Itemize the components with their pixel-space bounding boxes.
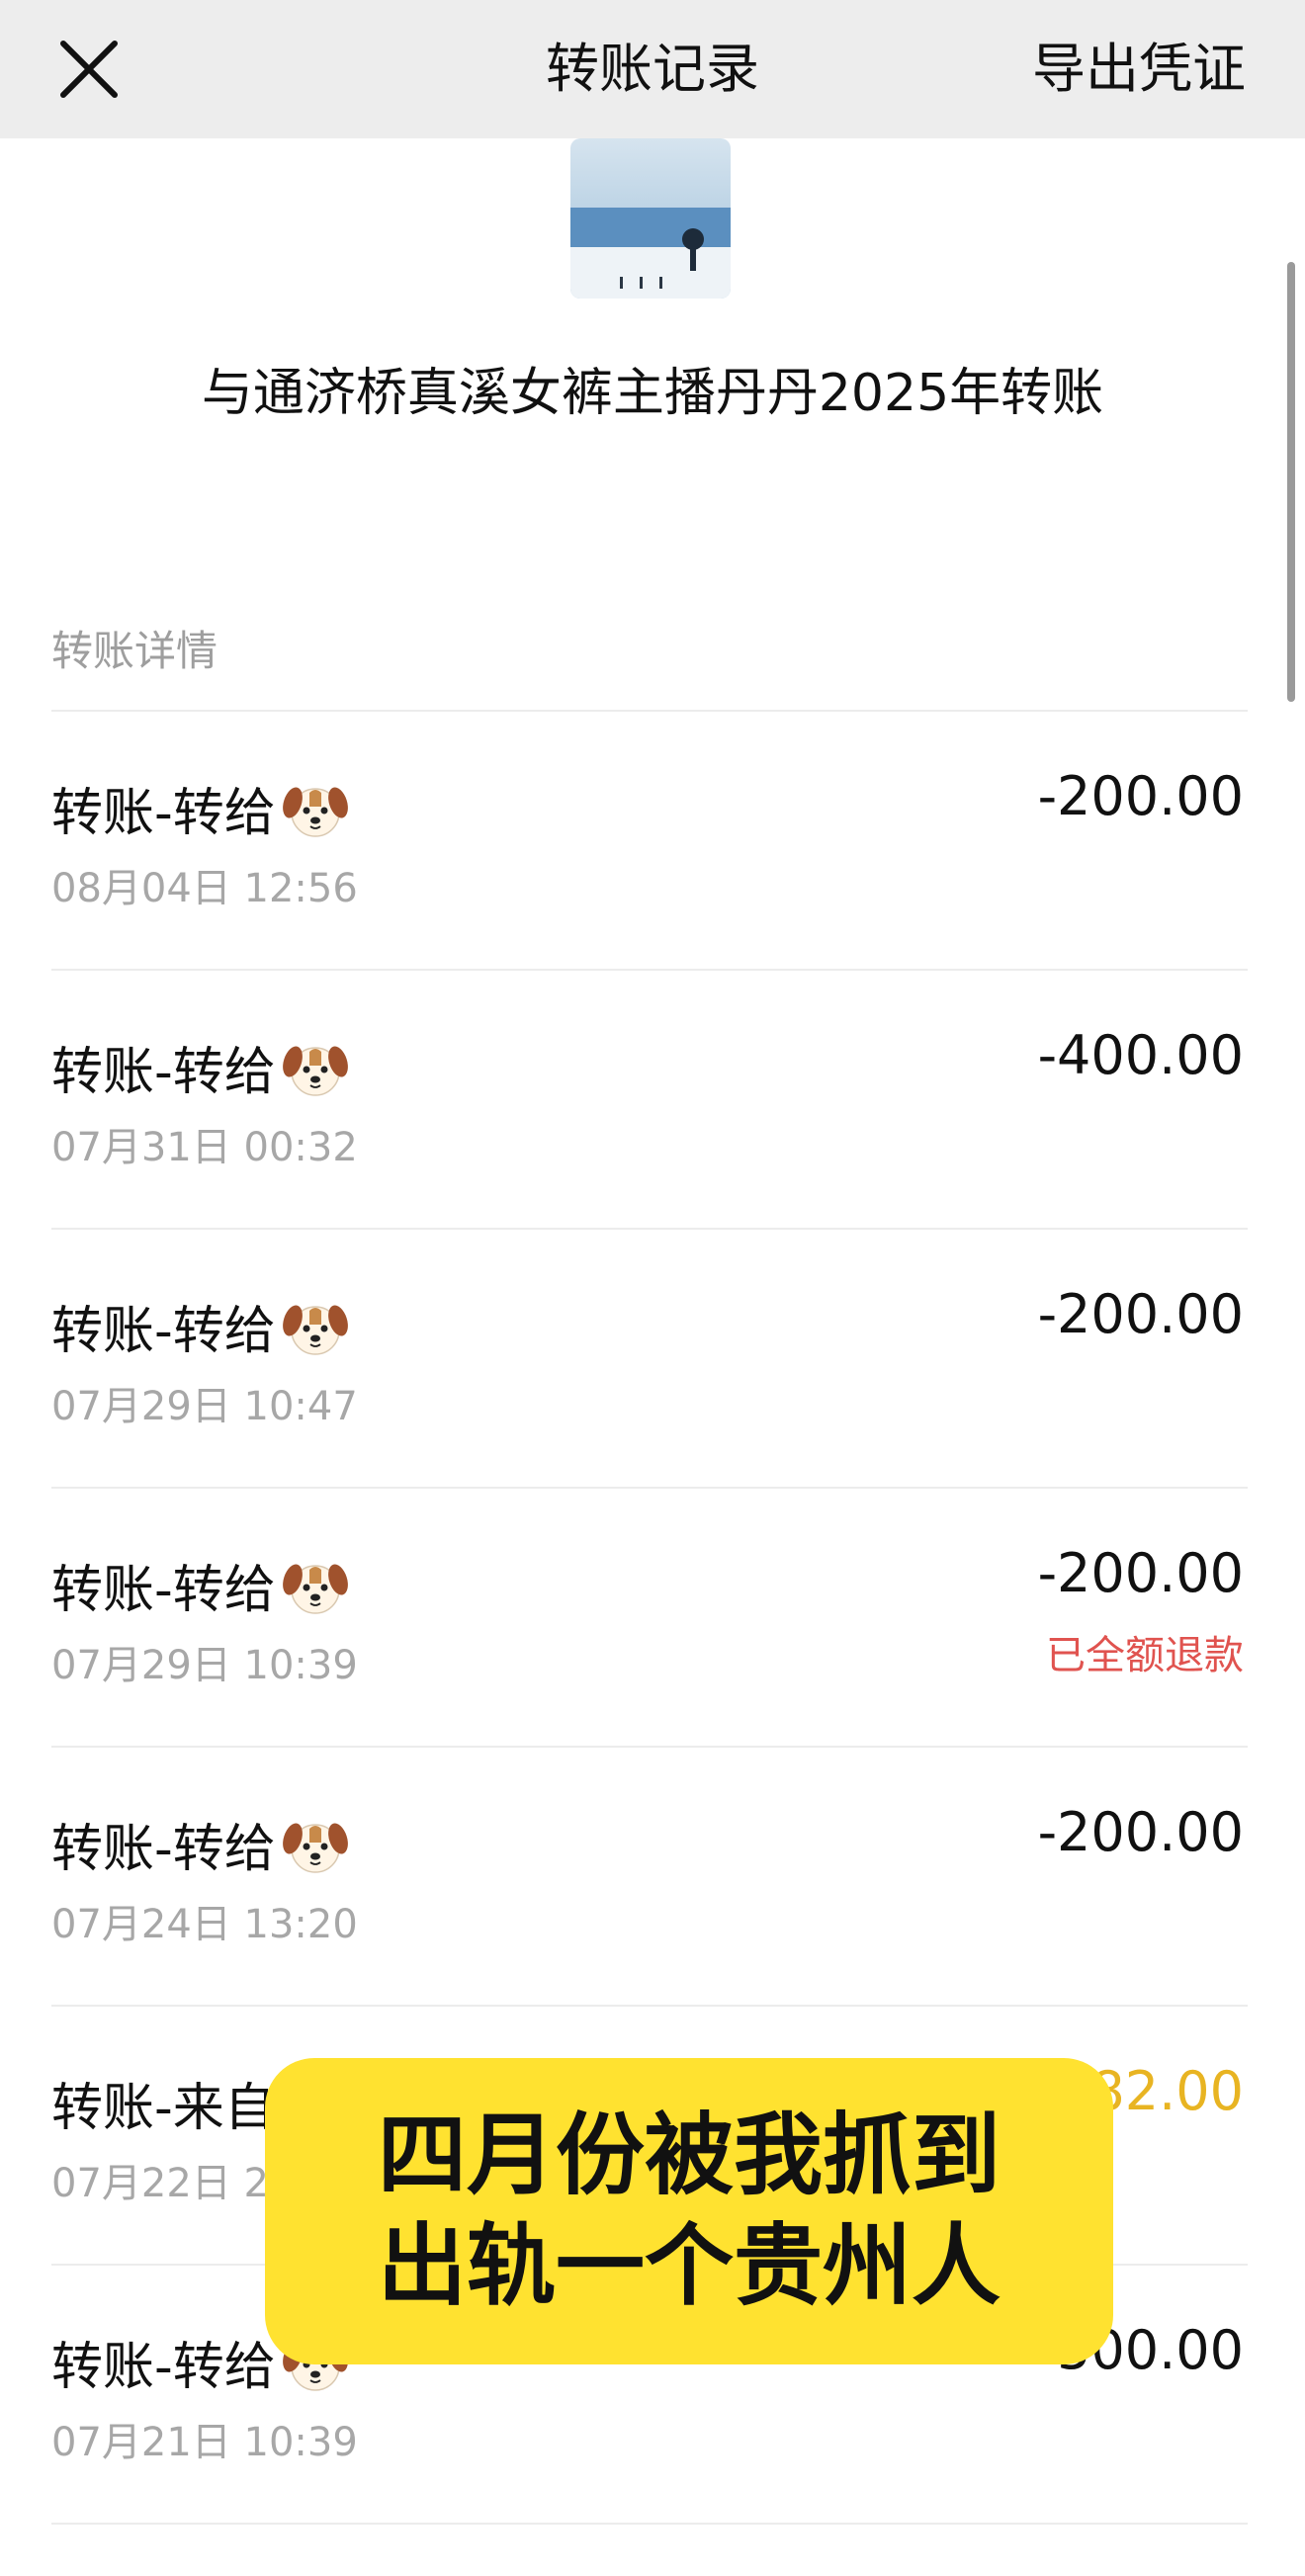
transfer-record[interactable]: 转账-转给 07月29日 10:47 -200.00	[0, 1230, 1305, 1489]
close-button[interactable]	[49, 30, 129, 109]
refund-status: 已全额退款	[1046, 1633, 1244, 1678]
record-amount: -400.00	[1037, 1024, 1244, 1086]
caption-line-1: 四月份被我抓到	[378, 2104, 1000, 2207]
dog-face-icon	[280, 1809, 351, 1880]
record-time: 07月22日 2	[51, 2161, 269, 2206]
dog-face-icon	[280, 1032, 351, 1103]
profile-photo-icon	[570, 138, 731, 299]
scrollbar[interactable]	[1287, 262, 1295, 702]
record-title: 转账-转给	[51, 1030, 351, 1104]
dog-face-icon	[280, 1550, 351, 1621]
record-title: 转账-转给	[51, 771, 351, 845]
record-amount: -200.00	[1037, 1542, 1244, 1604]
transfer-record[interactable]: 转账-转给 07月31日 00:32 -400.00	[0, 971, 1305, 1230]
transfer-record[interactable]: 转账-转给 08月04日 12:56 -200.00	[0, 712, 1305, 971]
record-amount: -200.00	[1037, 765, 1244, 827]
record-time: 07月29日 10:39	[51, 1643, 358, 1688]
record-time: 08月04日 12:56	[51, 866, 358, 911]
record-time: 07月31日 00:32	[51, 1125, 358, 1170]
export-voucher-button[interactable]: 导出凭证	[1032, 0, 1246, 138]
record-amount: 82.00	[1090, 2060, 1244, 2122]
section-label: 转账详情	[51, 627, 218, 675]
divider	[51, 2523, 1248, 2525]
record-amount: -200.00	[1037, 1801, 1244, 1863]
record-title: 转账-转给	[51, 1289, 351, 1363]
transfer-record[interactable]: 转账-转给 07月24日 13:20 -200.00	[0, 1748, 1305, 2007]
record-amount: -200.00	[1037, 1283, 1244, 1345]
record-time: 07月29日 10:47	[51, 1384, 358, 1429]
caption-line-2: 出轨一个贵州人	[378, 2214, 1000, 2318]
top-bar: 转账记录 导出凭证	[0, 0, 1305, 138]
transfer-record[interactable]: 转账-转给 07月29日 10:39 -200.00 已全额退款	[0, 1489, 1305, 1748]
dog-face-icon	[280, 773, 351, 844]
contact-transfer-title: 与通济桥真溪女裤主播丹丹2025年转账	[201, 364, 1104, 423]
record-title: 转账-转给	[51, 1548, 351, 1622]
dog-face-icon	[280, 1291, 351, 1362]
record-time: 07月21日 10:39	[51, 2420, 358, 2465]
close-icon	[60, 41, 118, 98]
contact-avatar	[570, 138, 731, 299]
record-time: 07月24日 13:20	[51, 1902, 358, 1947]
caption-overlay: 四月份被我抓到 出轨一个贵州人	[265, 2058, 1113, 2364]
record-title: 转账-转给	[51, 1807, 351, 1881]
